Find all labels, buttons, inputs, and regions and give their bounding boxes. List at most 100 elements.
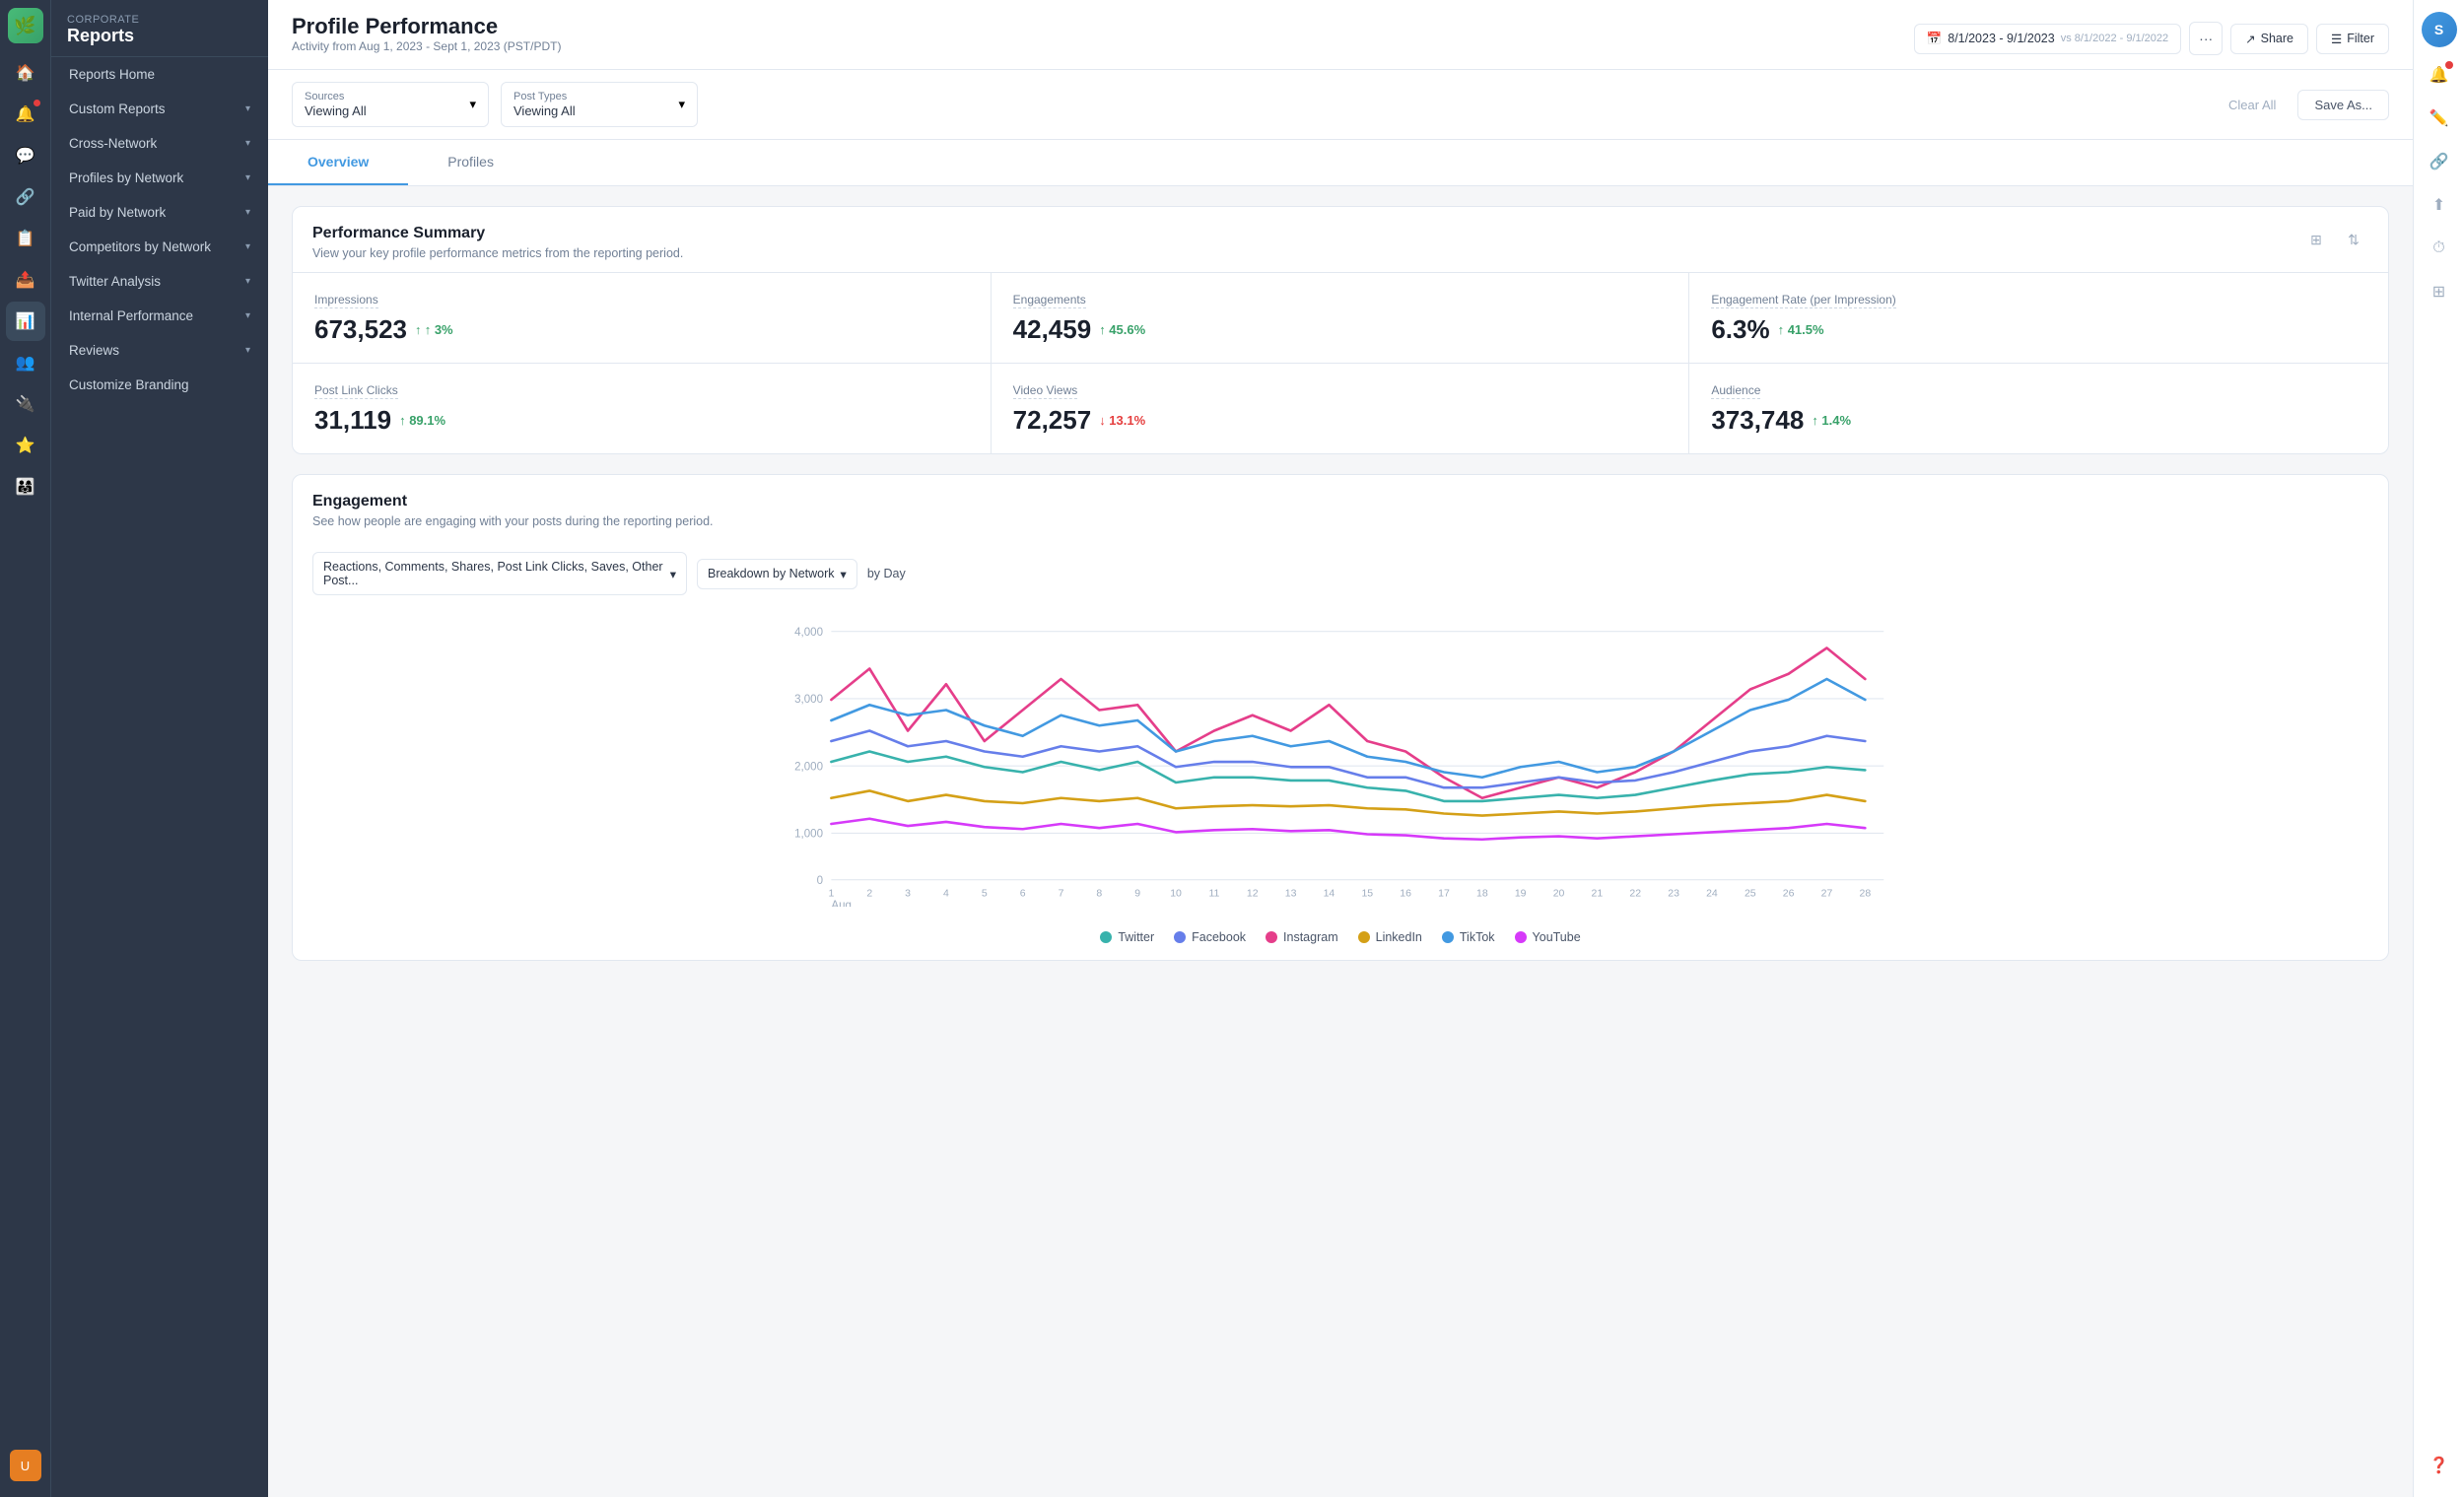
card-subtitle: View your key profile performance metric… (312, 246, 683, 260)
metric-audience: Audience 373,748 ↑ 1.4% (1689, 364, 2388, 453)
nav-icon-notifications[interactable]: 🔗 (6, 177, 45, 217)
metric-engagement-rate: Engagement Rate (per Impression) 6.3% ↑ … (1689, 273, 2388, 364)
svg-text:9: 9 (1134, 888, 1140, 900)
nav-icon-integrations[interactable]: 🔌 (6, 384, 45, 424)
nav-icon-tasks[interactable]: 📋 (6, 219, 45, 258)
instagram-color-dot (1266, 931, 1277, 943)
breakdown-dropdown-value: Breakdown by Network (708, 567, 835, 580)
svg-text:23: 23 (1668, 888, 1679, 900)
svg-text:4,000: 4,000 (794, 627, 823, 639)
svg-text:21: 21 (1592, 888, 1604, 900)
metric-label: Engagements (1013, 293, 1086, 308)
sidebar-item-reviews[interactable]: Reviews ▾ (51, 333, 268, 368)
post-types-dropdown[interactable]: Post Types Viewing All ▾ (501, 82, 698, 127)
rt-grid-button[interactable]: ⊞ (2420, 272, 2459, 311)
calendar-icon: 📅 (1927, 32, 1943, 46)
engagement-card: Engagement See how people are engaging w… (292, 474, 2389, 961)
chart-area: 4,000 3,000 2,000 1,000 0 (293, 607, 2388, 922)
legend-linkedin-label: LinkedIn (1376, 930, 1422, 944)
sidebar-item-customize-branding[interactable]: Customize Branding (51, 368, 268, 402)
linkedin-color-dot (1358, 931, 1370, 943)
rt-edit-button[interactable]: ✏️ (2420, 99, 2459, 138)
metric-value: 72,257 ↓ 13.1% (1013, 405, 1668, 436)
nav-icon-groups[interactable]: 👨‍👩‍👧 (6, 467, 45, 507)
chevron-down-icon: ▾ (245, 138, 250, 149)
sidebar-item-internal-performance[interactable]: Internal Performance ▾ (51, 299, 268, 333)
sidebar-item-competitors-by-network[interactable]: Competitors by Network ▾ (51, 230, 268, 264)
metric-label: Audience (1711, 383, 1760, 399)
card-header: Performance Summary View your key profil… (293, 207, 2388, 272)
nav-icon-send[interactable]: 📤 (6, 260, 45, 300)
svg-text:25: 25 (1745, 888, 1756, 900)
sidebar-item-profiles-by-network[interactable]: Profiles by Network ▾ (51, 161, 268, 195)
chevron-down-icon: ▾ (245, 276, 250, 287)
nav-icon-home[interactable]: 🏠 (6, 53, 45, 93)
nav-icon-star[interactable]: ⭐ (6, 426, 45, 465)
rt-export-button[interactable]: ⬆ (2420, 185, 2459, 225)
svg-text:22: 22 (1629, 888, 1641, 900)
filters-actions: Clear All Save As... (2215, 90, 2389, 120)
sidebar-item-cross-network[interactable]: Cross-Network ▾ (51, 126, 268, 161)
metric-engagements: Engagements 42,459 ↑ 45.6% (992, 273, 1690, 364)
legend-twitter: Twitter (1100, 930, 1154, 944)
rt-clock-button[interactable]: ⏱ (2420, 229, 2459, 268)
breakdown-dropdown[interactable]: Breakdown by Network ▾ (697, 559, 857, 589)
page-subtitle: Activity from Aug 1, 2023 - Sept 1, 2023… (292, 39, 561, 53)
card-header-actions: ⊞ ⇅ (2301, 225, 2368, 254)
svg-text:8: 8 (1096, 888, 1102, 900)
filter-button[interactable]: ☰ Filter (2316, 24, 2389, 54)
nav-icon-bell[interactable]: 🔔 (6, 95, 45, 134)
engagement-chart: 4,000 3,000 2,000 1,000 0 (312, 617, 2368, 907)
sort-button[interactable]: ⇅ (2339, 225, 2368, 254)
tab-profiles[interactable]: Profiles (408, 140, 533, 185)
tabs-row: Overview Profiles (268, 140, 2413, 186)
metric-label: Impressions (314, 293, 378, 308)
rt-help-button[interactable]: ❓ (2420, 1446, 2459, 1485)
sources-dropdown[interactable]: Sources Viewing All ▾ (292, 82, 489, 127)
filter-icon: ☰ (2331, 32, 2342, 46)
page-header: Profile Performance Activity from Aug 1,… (268, 0, 2413, 70)
date-range-button[interactable]: 📅 8/1/2023 - 9/1/2023 vs 8/1/2022 - 9/1/… (1914, 24, 2181, 54)
svg-text:Aug: Aug (831, 900, 852, 907)
engagement-controls: Reactions, Comments, Shares, Post Link C… (293, 540, 2388, 607)
metrics-dropdown[interactable]: Reactions, Comments, Shares, Post Link C… (312, 552, 687, 595)
metrics-grid: Impressions 673,523 ↑ ↑ 3% Engagements (293, 272, 2388, 453)
metric-change: ↑ 45.6% (1099, 322, 1145, 337)
rt-bell-button[interactable]: 🔔 (2420, 55, 2459, 95)
metrics-dropdown-value: Reactions, Comments, Shares, Post Link C… (323, 560, 664, 587)
more-options-button[interactable]: ··· (2189, 22, 2223, 55)
nav-icon-reports[interactable]: 📊 (6, 302, 45, 341)
clear-all-button[interactable]: Clear All (2215, 90, 2290, 120)
metric-label: Post Link Clicks (314, 383, 398, 399)
svg-text:2: 2 (866, 888, 872, 900)
grid-view-button[interactable]: ⊞ (2301, 225, 2331, 254)
nav-sidebar: Corporate Reports Reports Home Custom Re… (51, 0, 268, 1497)
nav-icon-people[interactable]: 👥 (6, 343, 45, 382)
svg-text:10: 10 (1170, 888, 1182, 900)
sidebar-item-custom-reports[interactable]: Custom Reports ▾ (51, 92, 268, 126)
chevron-down-icon: ▾ (245, 241, 250, 252)
user-avatar[interactable]: U (10, 1450, 41, 1481)
metric-value: 373,748 ↑ 1.4% (1711, 405, 2366, 436)
legend-twitter-label: Twitter (1118, 930, 1154, 944)
nav-icon-messages[interactable]: 💬 (6, 136, 45, 175)
filter-label: Filter (2347, 32, 2374, 45)
sidebar-item-twitter-analysis[interactable]: Twitter Analysis ▾ (51, 264, 268, 299)
svg-text:13: 13 (1285, 888, 1297, 900)
youtube-color-dot (1515, 931, 1527, 943)
sources-label: Sources (305, 91, 367, 102)
legend-linkedin: LinkedIn (1358, 930, 1422, 944)
svg-text:3,000: 3,000 (794, 694, 823, 706)
section-content: Performance Summary View your key profil… (268, 186, 2413, 1000)
sidebar-item-paid-by-network[interactable]: Paid by Network ▾ (51, 195, 268, 230)
app-logo[interactable]: 🌿 (8, 8, 43, 43)
share-button[interactable]: ↗ Share (2230, 24, 2308, 54)
svg-text:6: 6 (1020, 888, 1026, 900)
svg-text:2,000: 2,000 (794, 761, 823, 773)
header-left: Profile Performance Activity from Aug 1,… (292, 14, 561, 63)
sidebar-item-reports-home[interactable]: Reports Home (51, 57, 268, 92)
rt-link-button[interactable]: 🔗 (2420, 142, 2459, 181)
save-as-button[interactable]: Save As... (2297, 90, 2389, 120)
user-avatar-right[interactable]: S (2422, 12, 2457, 47)
tab-overview[interactable]: Overview (268, 140, 408, 185)
